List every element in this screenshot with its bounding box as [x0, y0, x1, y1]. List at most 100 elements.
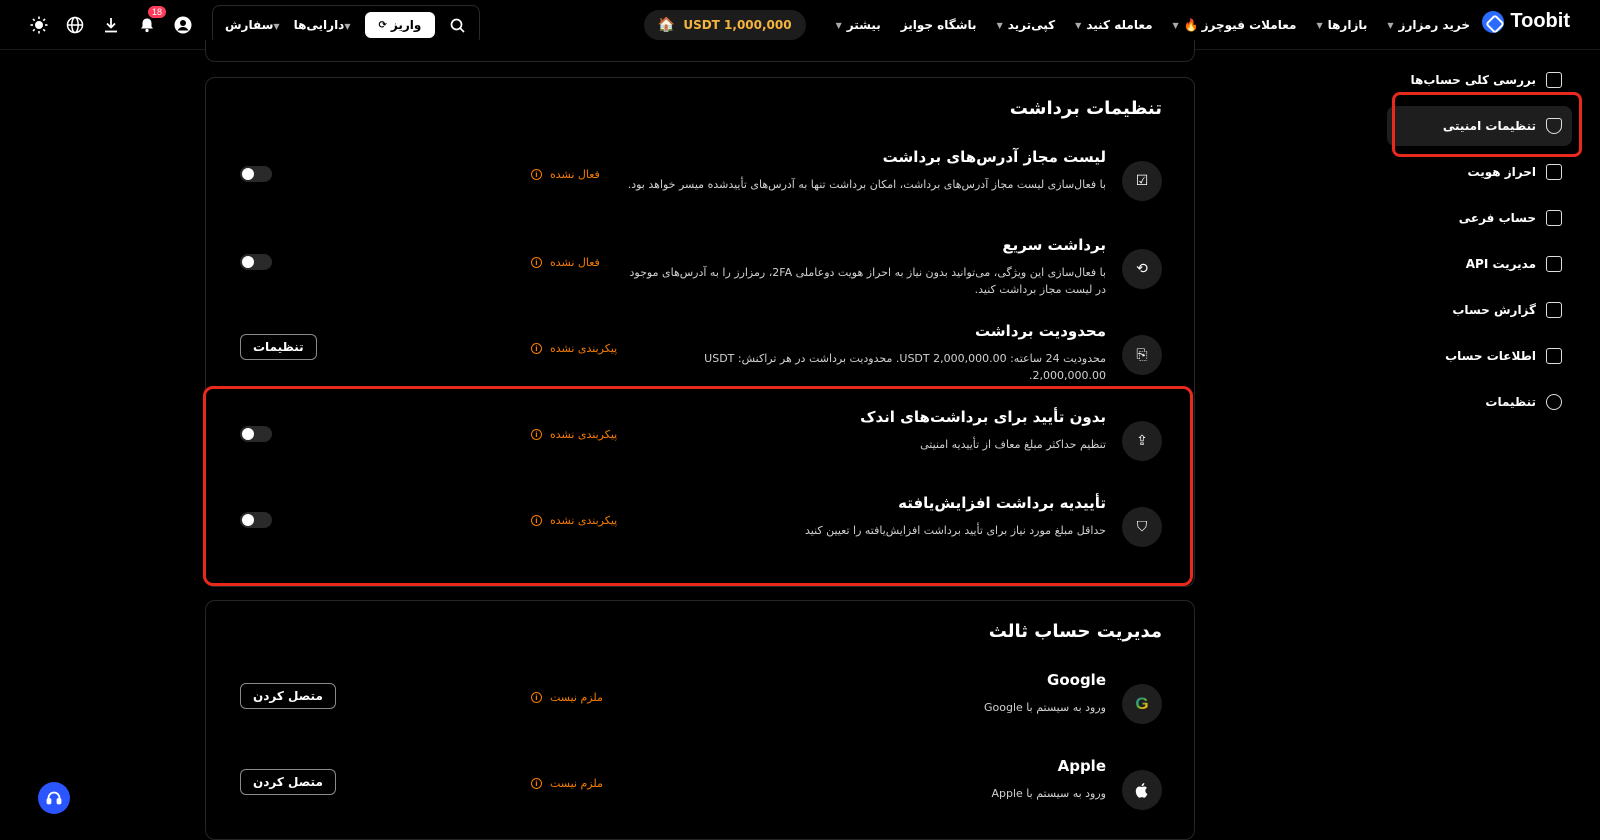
- status-text: ملزم نیست: [550, 777, 603, 790]
- google-logo: G: [1135, 694, 1149, 713]
- nav-item[interactable]: بیشتر ▼: [836, 18, 881, 32]
- status-label: ملزم نیست i: [531, 777, 603, 790]
- google-icon: G: [1122, 684, 1162, 724]
- sidebar-item-label: مدیریت API: [1465, 257, 1536, 271]
- nav-item[interactable]: خرید رمزارز ▼: [1387, 18, 1470, 32]
- status-label: پیکربندی نشده i: [531, 342, 617, 355]
- sidebar-item-label: تنظیمات: [1485, 395, 1536, 409]
- deposit-button[interactable]: واریز ⟳: [364, 12, 436, 38]
- report-icon: [1546, 302, 1562, 318]
- sidebar-highlight-box: [1392, 92, 1582, 157]
- support-chat-icon[interactable]: [38, 782, 70, 814]
- chevron-down-icon: ▼: [1075, 20, 1082, 30]
- sidebar-item[interactable]: اطلاعات حساب: [1387, 336, 1572, 376]
- withdraw-row: ☑ لیست مجاز آدرس‌های برداشت با فعال‌سازی ل…: [206, 148, 1194, 218]
- sidebar-item[interactable]: گزارش حساب: [1387, 290, 1572, 330]
- row-description: ورود به سیستم با Apple: [991, 787, 1106, 800]
- sidebar-item-label: احراز هویت: [1467, 165, 1536, 179]
- third-party-row: G Google ورود به سیستم با Google ملزم نیست i…: [206, 671, 1194, 741]
- sidebar-item-label: اطلاعات حساب: [1445, 349, 1536, 363]
- sidebar-item[interactable]: حساب فرعی: [1387, 198, 1572, 238]
- withdraw-settings-title: تنظیمات برداشت: [1009, 98, 1162, 119]
- notification-badge: 18: [147, 6, 166, 18]
- nav-item[interactable]: باشگاه جوایز: [901, 18, 977, 32]
- sidebar-item-label: بررسی کلی حساب‌ها: [1410, 73, 1536, 87]
- settings-button[interactable]: تنظیمات: [240, 334, 317, 360]
- info-icon: i: [531, 169, 542, 180]
- user-icon: [1546, 348, 1562, 364]
- status-label: فعال نشده i: [531, 168, 600, 181]
- id-card-icon: [1546, 164, 1562, 180]
- top-left-toolbar: 18 ▼سفارش ▼دارایی‌ها واریز ⟳: [24, 5, 481, 45]
- nav-item-label: خرید رمزارز: [1398, 18, 1470, 32]
- row-title: لیست مجاز آدرس‌های برداشت: [882, 148, 1106, 166]
- nav-item-label: کپی‌ترید: [1007, 18, 1056, 32]
- connect-button[interactable]: متصل کردن: [240, 769, 336, 795]
- chevron-down-icon: ▼: [1172, 20, 1179, 30]
- withdraw-row: ⟲ برداشت سریع با فعال‌سازی این ویژگی، می‌ت…: [206, 236, 1194, 306]
- status-label: ملزم نیست i: [531, 691, 603, 704]
- deposit-icon: ⟳: [378, 19, 387, 31]
- fire-icon: 🔥: [1183, 18, 1199, 32]
- row-title: برداشت سریع: [1002, 236, 1106, 254]
- chevron-down-icon: ▼: [1316, 20, 1323, 30]
- wallet-toolbar: ▼سفارش ▼دارایی‌ها واریز ⟳: [212, 5, 481, 45]
- theme-toggle-icon[interactable]: [24, 10, 54, 40]
- status-text: پیکربندی نشده: [550, 342, 618, 355]
- row-description: با فعال‌سازی لیست مجاز آدرس‌های برداشت، …: [627, 178, 1106, 191]
- balance-value: USDT 1,000,000: [683, 18, 792, 32]
- download-icon[interactable]: [96, 10, 126, 40]
- user-avatar-icon: 🏠: [657, 17, 676, 33]
- sidebar-item[interactable]: تنظیمات: [1387, 382, 1572, 422]
- status-text: ملزم نیست: [550, 691, 603, 704]
- toggle-switch[interactable]: [240, 254, 272, 270]
- connect-button[interactable]: متصل کردن: [240, 683, 336, 709]
- info-icon: i: [531, 778, 542, 789]
- toggle-switch[interactable]: [240, 166, 272, 182]
- status-label: فعال نشده i: [531, 256, 600, 269]
- chevron-down-icon: ▼: [996, 20, 1003, 30]
- row-description: با فعال‌سازی این ویژگی، می‌توانید بدون ن…: [629, 266, 1106, 296]
- nav-item-label: معاملات فیوچرز: [1201, 18, 1297, 32]
- fast-withdraw-icon: ⟲: [1122, 249, 1162, 289]
- row-title: Google: [1047, 671, 1106, 689]
- third-party-title: مدیریت حساب ثالث: [988, 621, 1162, 642]
- row-title: Apple: [1057, 757, 1106, 775]
- status-text: فعال نشده: [550, 256, 600, 269]
- nav-item-label: معامله کنید: [1086, 18, 1153, 32]
- chevron-down-icon: ▼: [1387, 20, 1394, 30]
- assets-menu[interactable]: ▼دارایی‌ها: [294, 18, 353, 32]
- withdraw-highlight-box: [203, 386, 1193, 586]
- balance-pill[interactable]: USDT 1,000,000 🏠: [643, 10, 806, 40]
- brand-name: Toobit: [1510, 10, 1570, 32]
- brand-logo[interactable]: Toobit: [1482, 10, 1570, 33]
- sidebar-item[interactable]: مدیریت API: [1387, 244, 1572, 284]
- third-party-card: مدیریت حساب ثالث G Google ورود به سیستم با…: [205, 600, 1195, 840]
- apple-icon: [1122, 770, 1162, 810]
- row-description: محدودیت 24 ساعته: USDT 2,000,000.00. محد…: [704, 352, 1106, 382]
- search-icon[interactable]: [447, 15, 467, 35]
- third-party-row: Apple ورود به سیستم با Apple ملزم نیست i متص…: [206, 757, 1194, 827]
- nav-item[interactable]: معامله کنید ▼: [1075, 18, 1152, 32]
- nav-item-label: بیشتر: [846, 18, 881, 32]
- withdraw-row: ⎘ محدودیت برداشت محدودیت 24 ساعته: USDT 2,…: [206, 322, 1194, 392]
- chevron-down-icon: ▼: [835, 20, 842, 30]
- sidebar-item-label: حساب فرعی: [1458, 211, 1536, 225]
- nav-item-label: باشگاه جوایز: [900, 18, 977, 32]
- sidebar-item-label: گزارش حساب: [1452, 303, 1536, 317]
- row-title: محدودیت برداشت: [975, 322, 1106, 340]
- orders-menu[interactable]: ▼سفارش: [225, 18, 282, 32]
- limit-icon: ⎘: [1122, 335, 1162, 375]
- nav-item[interactable]: معاملات فیوچرز 🔥 ▼: [1173, 18, 1297, 32]
- sidebar-item[interactable]: احراز هویت: [1387, 152, 1572, 192]
- info-icon: i: [531, 692, 542, 703]
- info-icon: i: [531, 257, 542, 268]
- gear-icon: [1546, 394, 1562, 410]
- bell-icon[interactable]: 18: [132, 6, 166, 40]
- row-description: ورود به سیستم با Google: [984, 701, 1106, 714]
- avatar-icon[interactable]: [168, 10, 198, 40]
- globe-icon[interactable]: [60, 10, 90, 40]
- nav-item[interactable]: کپی‌ترید ▼: [997, 18, 1056, 32]
- toobit-logo-icon: [1482, 10, 1505, 33]
- nav-item[interactable]: بازارها ▼: [1316, 18, 1367, 32]
